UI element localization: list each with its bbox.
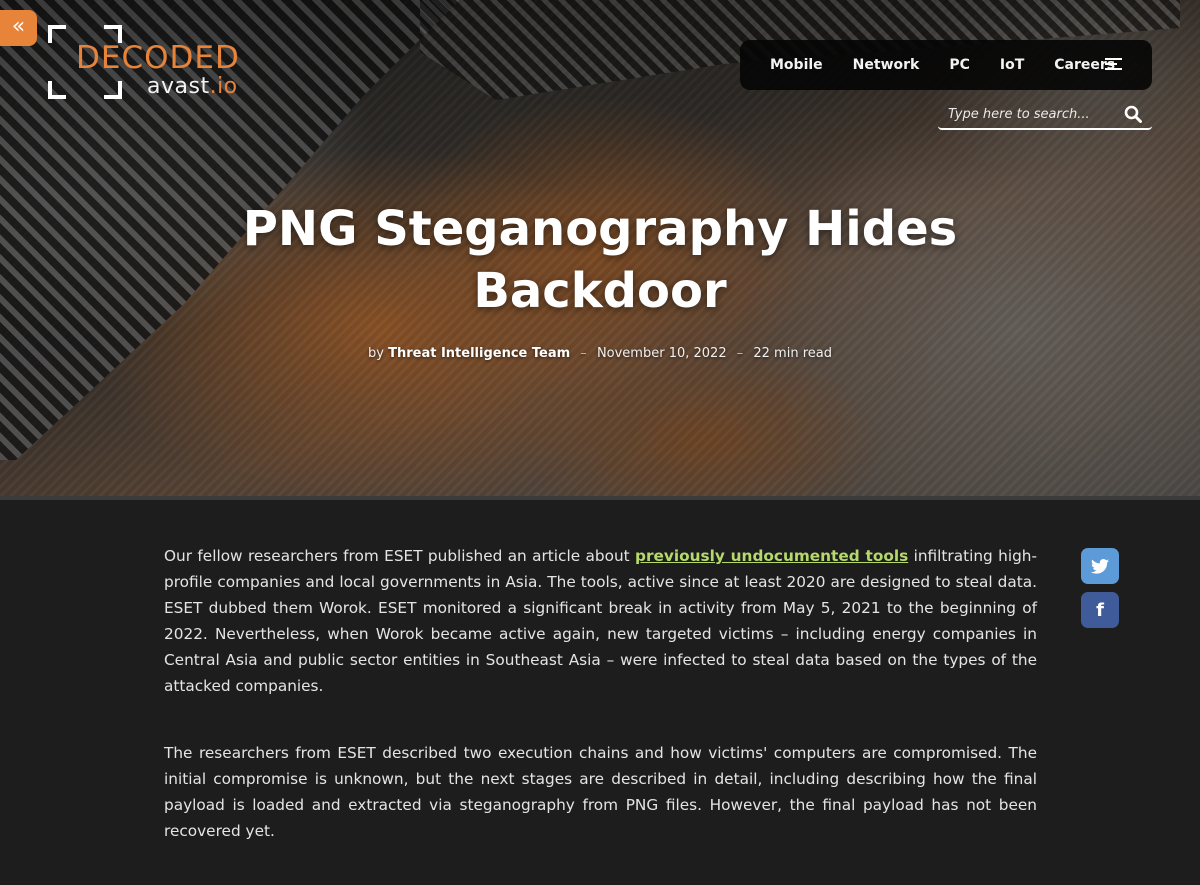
article-paragraph: The researchers from ESET described two … <box>164 744 1037 840</box>
facebook-share-button[interactable]: f <box>1081 592 1119 628</box>
main-nav: Mobile Network PC IoT Careers <box>740 40 1152 90</box>
search-bar <box>938 100 1152 130</box>
nav-item-network[interactable]: Network <box>853 57 920 73</box>
logo-avast-text: avast.io <box>147 74 238 99</box>
article-meta: by Threat Intelligence Team – November 1… <box>200 346 1000 361</box>
collapse-sidebar-button[interactable]: « <box>0 10 37 46</box>
publish-date: November 10, 2022 <box>596 346 727 361</box>
nav-item-iot[interactable]: IoT <box>1000 57 1024 73</box>
article-title: PNG Steganography Hides Backdoor <box>242 201 958 319</box>
nav-item-pc[interactable]: PC <box>949 57 970 73</box>
article-paragraph: Our fellow researchers from ESET publish… <box>164 547 1037 695</box>
logo[interactable]: DECODED avast.io <box>48 25 258 100</box>
social-share: f <box>1081 548 1119 636</box>
double-chevron-left-icon: « <box>11 14 26 39</box>
author-link[interactable]: Threat Intelligence Team <box>388 346 570 361</box>
meta-by: by <box>368 346 384 361</box>
twitter-share-button[interactable] <box>1081 548 1119 584</box>
eset-article-link[interactable]: previously undocumented tools <box>635 547 908 565</box>
hamburger-menu-icon[interactable] <box>1105 58 1122 72</box>
read-time: 22 min read <box>753 346 832 361</box>
logo-decoded-text: DECODED <box>76 40 240 76</box>
article-body: Our fellow researchers from ESET publish… <box>164 543 1037 885</box>
search-input[interactable] <box>948 103 1118 125</box>
twitter-icon <box>1091 558 1109 574</box>
search-icon[interactable] <box>1124 105 1142 123</box>
meta-separator: – <box>736 346 744 361</box>
hero-divider <box>0 496 1200 500</box>
nav-item-mobile[interactable]: Mobile <box>770 57 823 73</box>
meta-separator: – <box>580 346 587 361</box>
facebook-icon: f <box>1096 599 1104 621</box>
